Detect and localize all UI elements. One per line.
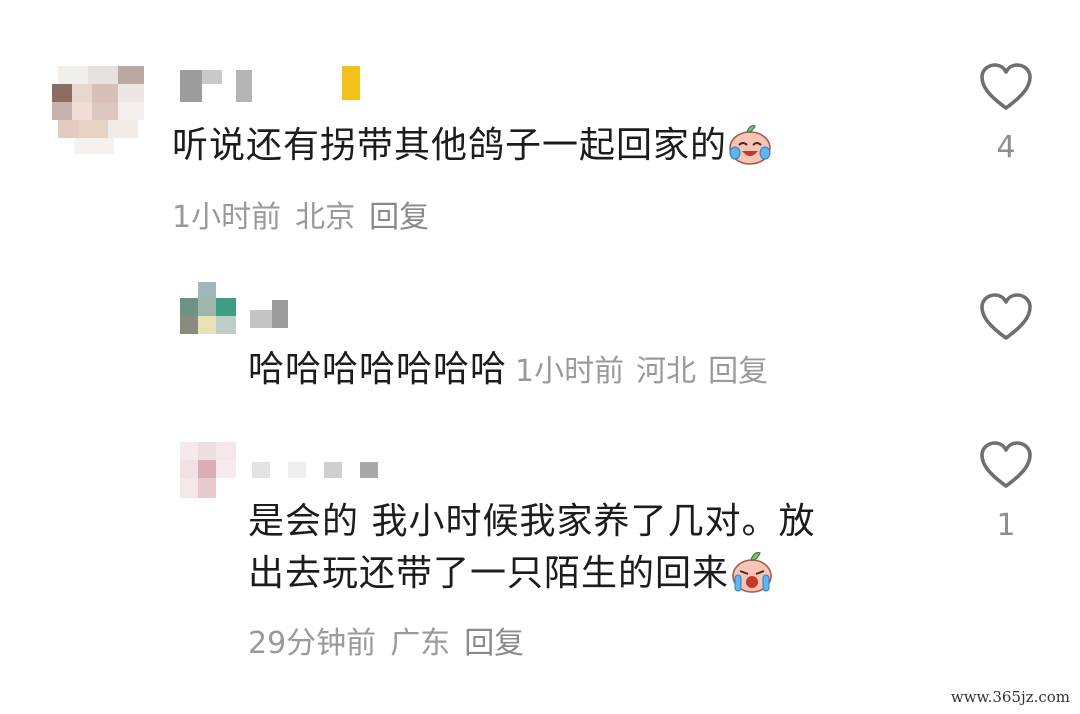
- reply-button[interactable]: 回复: [369, 200, 429, 235]
- reply-location: 河北: [636, 354, 697, 389]
- reply-button[interactable]: 回复: [464, 626, 524, 661]
- username[interactable]: [252, 460, 382, 480]
- reply-text-line: 出去玩还带了一只陌生的回来: [248, 548, 948, 600]
- like-count: 1: [996, 508, 1016, 543]
- heart-outline-icon[interactable]: [978, 292, 1034, 344]
- avatar[interactable]: [180, 442, 236, 498]
- crying-laughing-peach-emoji: [729, 125, 771, 165]
- avatar[interactable]: [180, 282, 236, 340]
- heart-outline-icon[interactable]: [978, 62, 1034, 114]
- reply-text-line: 是会的 我小时候我家养了几对。放: [248, 501, 816, 542]
- comment-text: 听说还有拐带其他鸽子一起回家的: [172, 120, 892, 172]
- heart-outline-icon[interactable]: [978, 440, 1034, 492]
- reply-location: 广东: [390, 626, 451, 661]
- reply-text: 哈哈哈哈哈哈哈 1小时前 河北 回复: [248, 344, 780, 398]
- reply-text: 是会的 我小时候我家养了几对。放 出去玩还带了一只陌生的回来: [248, 496, 948, 600]
- username[interactable]: [180, 66, 370, 102]
- username[interactable]: [250, 300, 290, 330]
- reply-time: 29分钟前: [248, 626, 377, 661]
- comment-time: 1小时前: [172, 200, 282, 235]
- watermark: www.365jz.com: [950, 688, 1070, 706]
- like-count: 4: [996, 130, 1016, 165]
- reply-time: 1小时前: [515, 354, 625, 389]
- reply-meta: 29分钟前 广东 回复: [248, 618, 538, 662]
- reply-button[interactable]: 回复: [708, 354, 768, 389]
- comment-location: 北京: [295, 200, 356, 235]
- comment-meta: 1小时前 北京 回复: [172, 192, 443, 236]
- reply-meta: 1小时前 河北 回复: [515, 354, 780, 389]
- avatar[interactable]: [48, 66, 144, 154]
- crying-peach-emoji: [732, 552, 772, 593]
